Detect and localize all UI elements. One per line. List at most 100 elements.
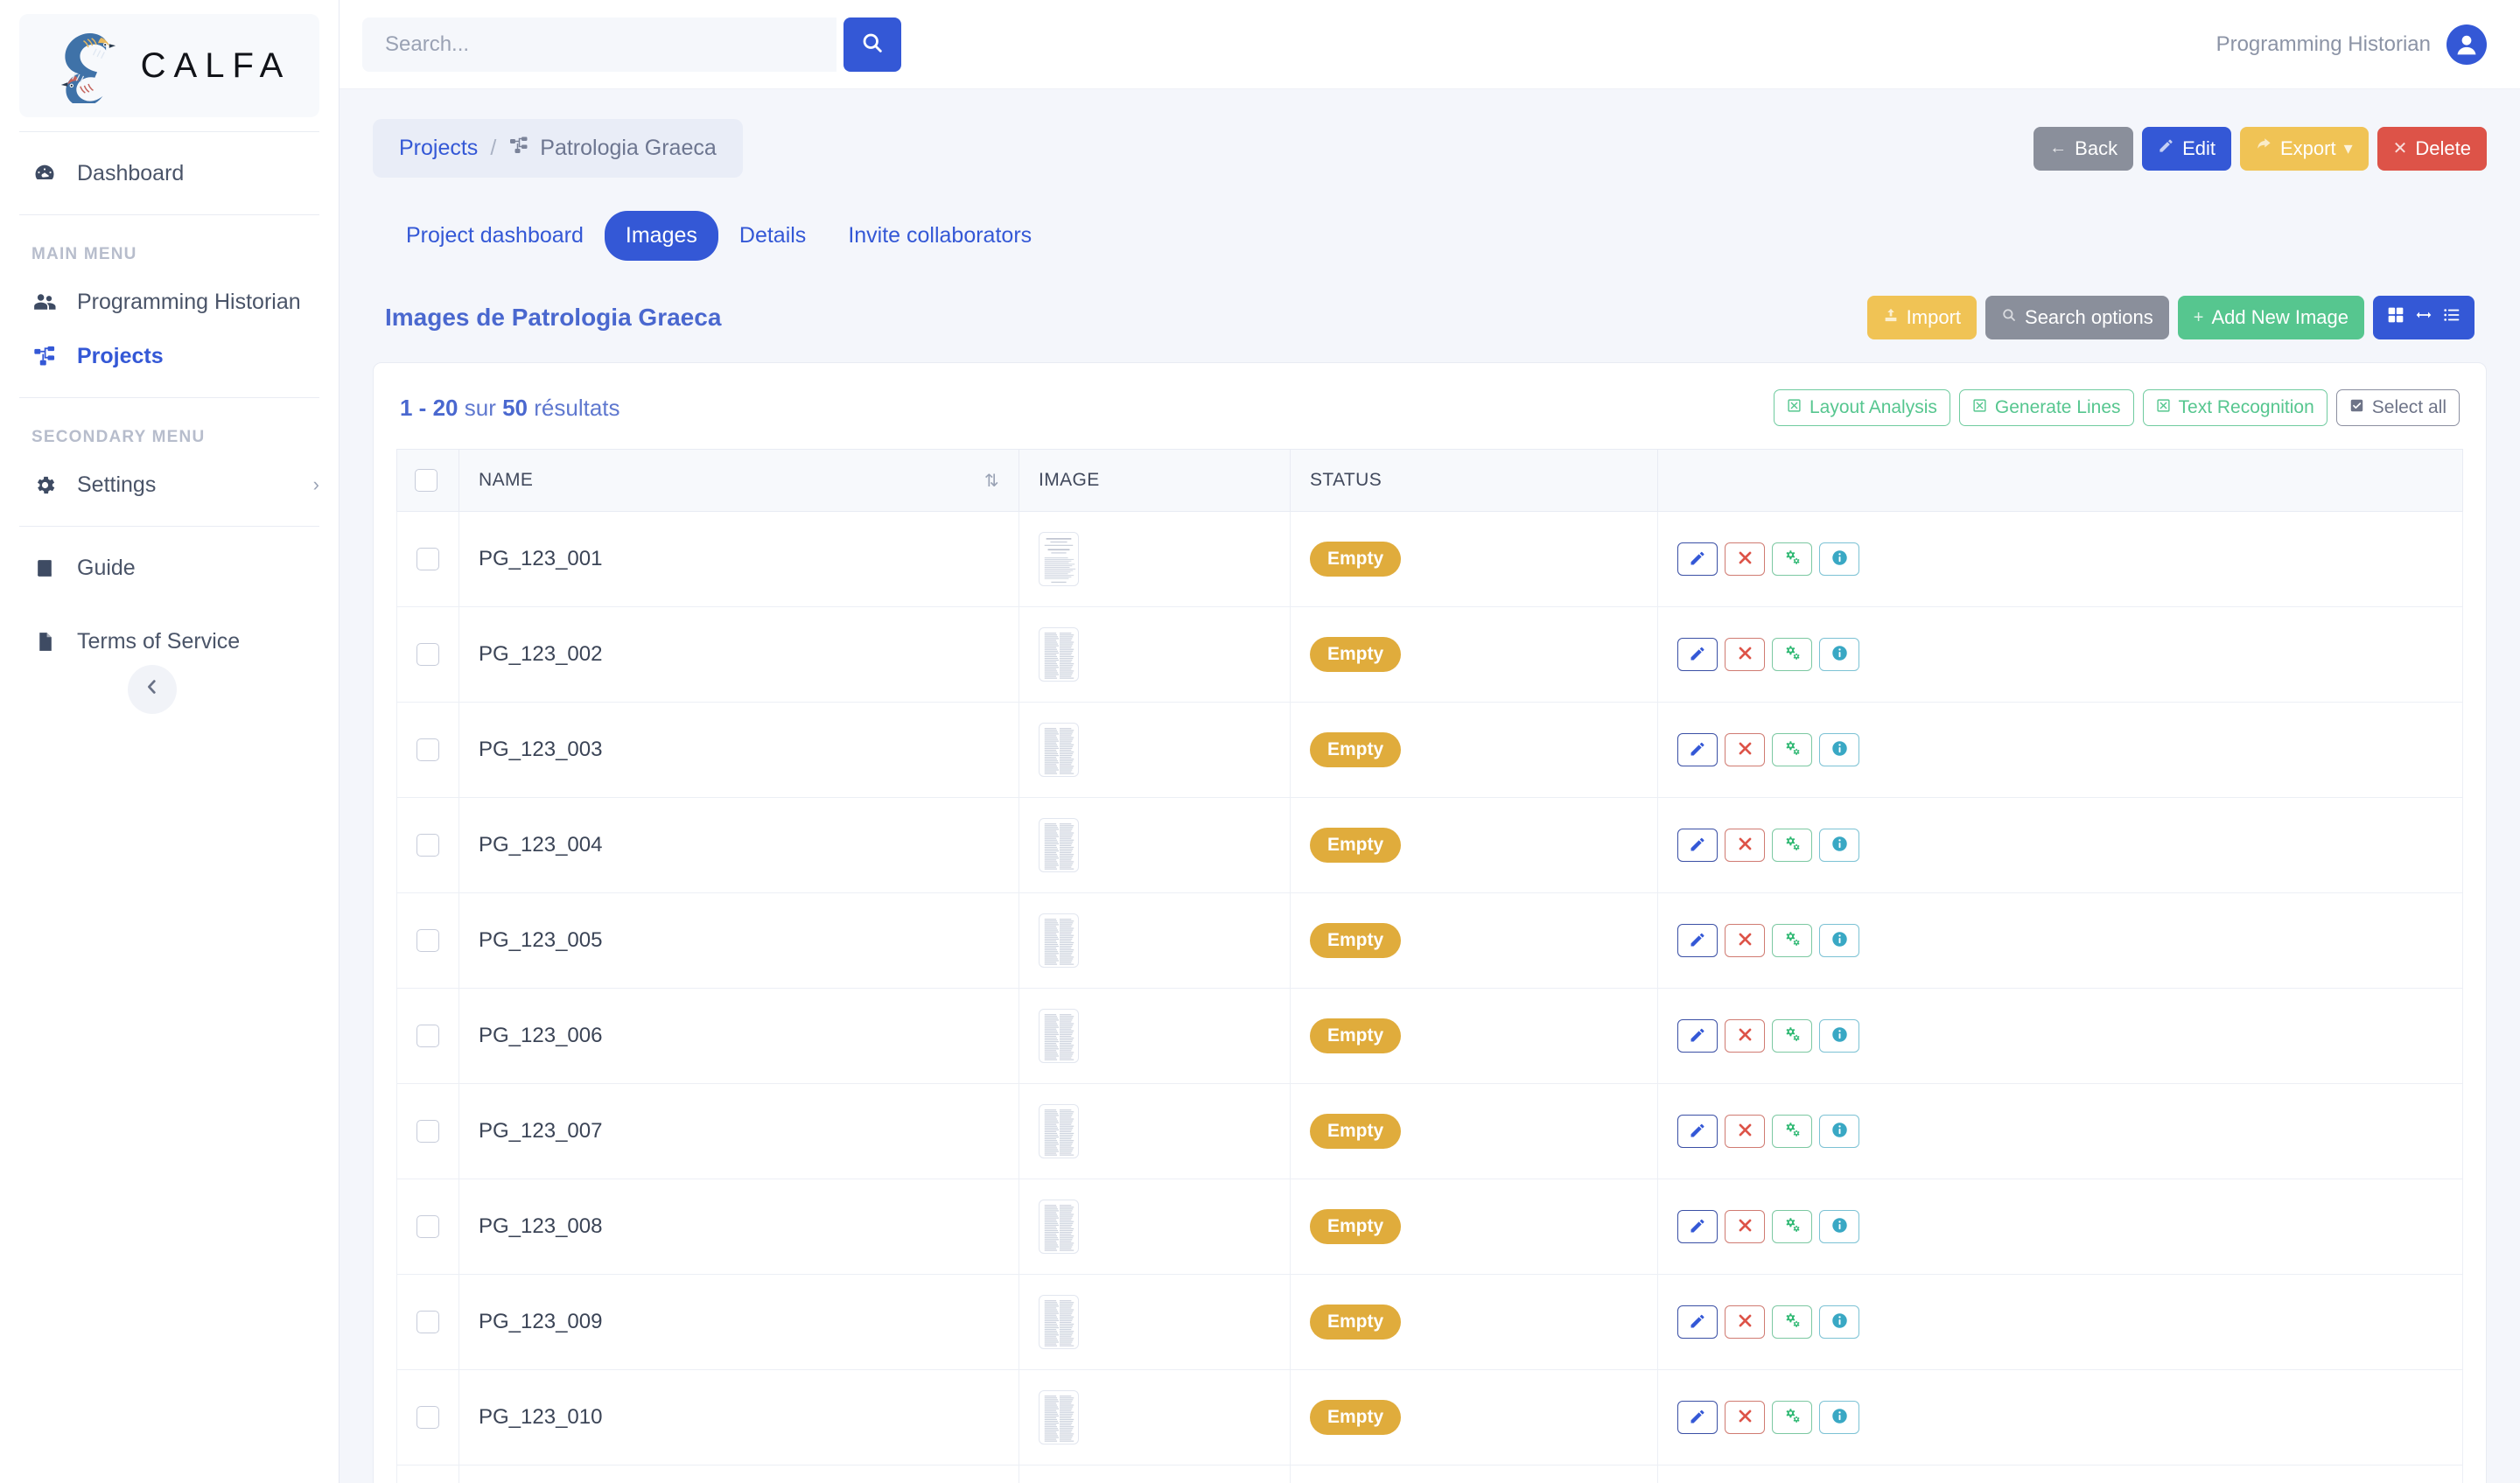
image-thumbnail[interactable]	[1039, 532, 1079, 586]
image-thumbnail[interactable]	[1039, 723, 1079, 777]
view-toggle-button[interactable]	[2373, 296, 2474, 339]
row-action-edit-button[interactable]	[1677, 542, 1718, 576]
row-action-info-button[interactable]	[1819, 1305, 1859, 1339]
row-action-process-button[interactable]	[1772, 1401, 1812, 1434]
row-action-delete-button[interactable]	[1725, 733, 1765, 766]
row-action-delete-button[interactable]	[1725, 829, 1765, 862]
image-thumbnail[interactable]	[1039, 1009, 1079, 1063]
import-button[interactable]: Import	[1866, 296, 1978, 339]
export-button[interactable]: Export ▾	[2240, 126, 2369, 171]
row-action-delete-button[interactable]	[1725, 638, 1765, 671]
row-action-process-button[interactable]	[1772, 1115, 1812, 1148]
table-row[interactable]: PG_123_009 Empty	[396, 1274, 2463, 1370]
search-input[interactable]	[362, 17, 836, 72]
row-action-delete-button[interactable]	[1725, 1401, 1765, 1434]
row-checkbox[interactable]	[416, 738, 439, 761]
row-checkbox[interactable]	[416, 643, 439, 666]
sidebar-item-settings[interactable]: Settings ›	[0, 458, 339, 512]
image-thumbnail[interactable]	[1039, 1390, 1079, 1445]
add-new-image-button[interactable]: + Add New Image	[2177, 296, 2364, 339]
row-action-process-button[interactable]	[1772, 638, 1812, 671]
table-row[interactable]: PG_123_010 Empty	[396, 1369, 2463, 1466]
row-action-info-button[interactable]	[1819, 924, 1859, 957]
image-thumbnail[interactable]	[1039, 818, 1079, 872]
brand-logo[interactable]: CALFA	[19, 14, 319, 117]
row-action-info-button[interactable]	[1819, 638, 1859, 671]
row-action-delete-button[interactable]	[1725, 924, 1765, 957]
sidebar-item-dashboard[interactable]: Dashboard	[0, 146, 339, 200]
sidebar-item-programming-historian[interactable]: Programming Historian	[0, 275, 339, 329]
image-thumbnail[interactable]	[1039, 627, 1079, 682]
row-checkbox[interactable]	[416, 1215, 439, 1238]
table-row[interactable]: PG_123_008 Empty	[396, 1179, 2463, 1275]
tab-images[interactable]: Images	[604, 211, 718, 261]
row-action-process-button[interactable]	[1772, 1019, 1812, 1053]
table-row[interactable]: PG_123_003 Empty	[396, 702, 2463, 798]
image-thumbnail[interactable]	[1039, 1104, 1079, 1158]
row-action-process-button[interactable]	[1772, 924, 1812, 957]
sidebar-item-guide[interactable]: Guide	[0, 541, 339, 595]
row-checkbox[interactable]	[416, 1406, 439, 1429]
image-thumbnail[interactable]	[1039, 913, 1079, 968]
row-checkbox[interactable]	[416, 834, 439, 857]
edit-button[interactable]: Edit	[2142, 126, 2231, 171]
row-action-edit-button[interactable]	[1677, 1019, 1718, 1053]
row-action-edit-button[interactable]	[1677, 829, 1718, 862]
table-row[interactable]: PG_123_011 Empty	[396, 1465, 2463, 1483]
row-action-edit-button[interactable]	[1677, 924, 1718, 957]
row-action-edit-button[interactable]	[1677, 1305, 1718, 1339]
generate-lines-button[interactable]: Generate Lines	[1958, 389, 2134, 426]
select-all-checkbox[interactable]	[415, 469, 438, 492]
sort-icon[interactable]: ⇅	[984, 470, 999, 492]
back-button[interactable]: ← Back	[2034, 126, 2134, 171]
row-action-process-button[interactable]	[1772, 1210, 1812, 1243]
row-action-process-button[interactable]	[1772, 1305, 1812, 1339]
search-options-button[interactable]: Search options	[1985, 296, 2169, 339]
row-action-edit-button[interactable]	[1677, 1210, 1718, 1243]
row-action-process-button[interactable]	[1772, 542, 1812, 576]
row-action-delete-button[interactable]	[1725, 1115, 1765, 1148]
sidebar-collapse-button[interactable]	[128, 665, 177, 714]
row-action-info-button[interactable]	[1819, 733, 1859, 766]
row-action-info-button[interactable]	[1819, 542, 1859, 576]
row-action-info-button[interactable]	[1819, 1210, 1859, 1243]
select-all-button[interactable]: Select all	[2335, 389, 2460, 426]
row-checkbox[interactable]	[416, 929, 439, 952]
table-row[interactable]: PG_123_006 Empty	[396, 988, 2463, 1084]
search-button[interactable]	[844, 17, 901, 72]
row-action-process-button[interactable]	[1772, 829, 1812, 862]
row-action-info-button[interactable]	[1819, 1401, 1859, 1434]
row-action-delete-button[interactable]	[1725, 1019, 1765, 1053]
table-row[interactable]: PG_123_002 Empty	[396, 606, 2463, 703]
text-recognition-button[interactable]: Text Recognition	[2142, 389, 2328, 426]
user-menu[interactable]: Programming Historian	[2216, 24, 2487, 65]
row-action-edit-button[interactable]	[1677, 733, 1718, 766]
row-action-edit-button[interactable]	[1677, 1115, 1718, 1148]
row-action-info-button[interactable]	[1819, 1115, 1859, 1148]
row-action-delete-button[interactable]	[1725, 1305, 1765, 1339]
row-action-delete-button[interactable]	[1725, 1210, 1765, 1243]
table-row[interactable]: PG_123_005 Empty	[396, 892, 2463, 989]
th-name[interactable]: NAME ⇅	[458, 449, 1019, 512]
row-checkbox[interactable]	[416, 1120, 439, 1143]
row-action-process-button[interactable]	[1772, 733, 1812, 766]
table-row[interactable]: PG_123_004 Empty	[396, 797, 2463, 893]
row-action-delete-button[interactable]	[1725, 542, 1765, 576]
sidebar-item-terms-of-service[interactable]: Terms of Service	[0, 614, 339, 668]
table-row[interactable]: PG_123_001 Empty	[396, 511, 2463, 607]
image-thumbnail[interactable]	[1039, 1295, 1079, 1349]
row-action-info-button[interactable]	[1819, 1019, 1859, 1053]
row-action-info-button[interactable]	[1819, 829, 1859, 862]
tab-project-dashboard[interactable]: Project dashboard	[385, 211, 605, 261]
image-thumbnail[interactable]	[1039, 1200, 1079, 1254]
tab-details[interactable]: Details	[718, 211, 827, 261]
row-action-edit-button[interactable]	[1677, 1401, 1718, 1434]
delete-button[interactable]: ✕ Delete	[2376, 126, 2487, 171]
row-checkbox[interactable]	[416, 548, 439, 570]
row-checkbox[interactable]	[416, 1311, 439, 1333]
layout-analysis-button[interactable]: Layout Analysis	[1773, 389, 1950, 426]
row-checkbox[interactable]	[416, 1025, 439, 1047]
table-row[interactable]: PG_123_007 Empty	[396, 1083, 2463, 1179]
row-action-edit-button[interactable]	[1677, 638, 1718, 671]
sidebar-item-projects[interactable]: Projects	[0, 329, 339, 383]
